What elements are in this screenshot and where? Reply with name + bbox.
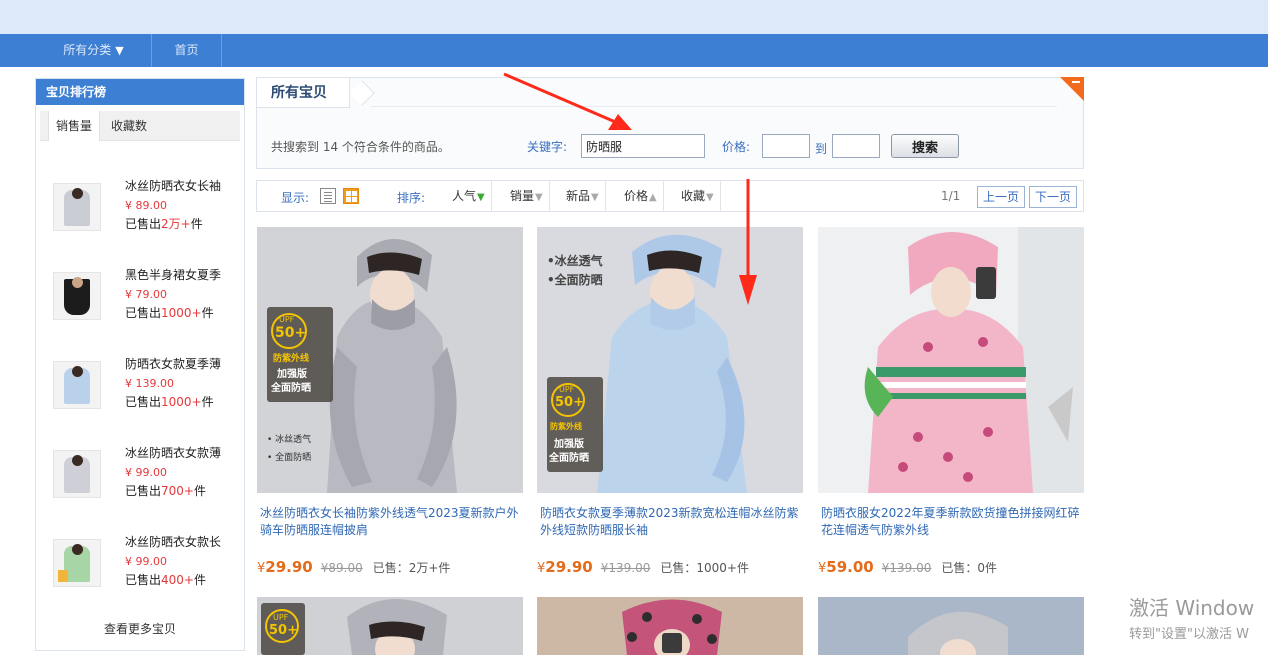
display-label: 显示:: [281, 191, 310, 205]
watermark-line-1: 激活 Window: [1129, 596, 1255, 620]
sort-price[interactable]: 价格▲: [618, 181, 664, 211]
nav-home[interactable]: 首页: [152, 34, 222, 67]
sort-popularity[interactable]: 人气▼: [446, 181, 492, 211]
view-more-link[interactable]: 查看更多宝贝: [36, 620, 244, 637]
rank-item-price: ¥ 89.00: [125, 199, 167, 212]
ranking-sidebar: 宝贝排行榜 销售量 收藏数 冰丝防晒衣女长袖 ¥ 89.00 已售出2万+件 黑…: [35, 78, 245, 651]
sort-label: 排序:: [397, 191, 426, 205]
sold-count: 已售：2万+件: [372, 561, 451, 575]
rank-item-price: ¥ 99.00: [125, 555, 167, 568]
rank-item-price: ¥ 139.00: [125, 377, 174, 390]
rank-item[interactable]: 冰丝防晒衣女款长 ¥ 99.00 已售出400+件: [53, 533, 243, 593]
rank-item-price: ¥ 79.00: [125, 288, 167, 301]
top-banner: [0, 0, 1268, 34]
product-price-row: ¥29.90 ¥89.00 已售：2万+件: [257, 558, 450, 576]
feature-bullet: • 全面防晒: [267, 453, 312, 463]
upf-badge: UPF 50+: [261, 603, 305, 655]
main-navbar: 所有分类 ▼ 首页: [0, 34, 1268, 67]
upf-badge: UPF 50+ 防紫外线 加强版 全面防晒: [267, 307, 333, 402]
prev-page-button[interactable]: 上一页: [977, 186, 1026, 208]
product-image[interactable]: [818, 597, 1084, 655]
product-image[interactable]: UPF 50+: [257, 597, 523, 655]
price-label: 价格:: [722, 140, 751, 154]
sort-favorites[interactable]: 收藏▼: [675, 181, 721, 211]
original-price: ¥139.00: [881, 561, 932, 575]
next-page-button[interactable]: 下一页: [1029, 186, 1078, 208]
sidebar-title: 宝贝排行榜: [36, 79, 244, 105]
product-image[interactable]: [818, 227, 1084, 493]
sold-count: 已售：1000+件: [660, 561, 749, 575]
arrow-down-icon: ▼: [591, 192, 599, 203]
arrow-down-icon: ▼: [706, 192, 714, 203]
rank-item-price: ¥ 99.00: [125, 466, 167, 479]
rank-item[interactable]: 冰丝防晒衣女款薄 ¥ 99.00 已售出700+件: [53, 444, 243, 504]
nav-all-categories[interactable]: 所有分类 ▼: [36, 34, 152, 67]
result-count-text: 共搜索到 14 个符合条件的商品。: [271, 140, 450, 154]
panel-title: 所有宝贝: [257, 78, 350, 108]
original-price: ¥139.00: [600, 561, 651, 575]
nav-all-categories-label: 所有分类: [63, 43, 112, 57]
annotation-arrow-icon: [503, 72, 632, 130]
product-image[interactable]: UPF 50+ 防紫外线 加强版 全面防晒 • 冰丝透气 • 全面防晒: [257, 227, 523, 493]
rank-item[interactable]: 黑色半身裙女夏季 ¥ 79.00 已售出1000+件: [53, 266, 243, 326]
product-title[interactable]: 冰丝防晒衣女长袖防紫外线透气2023夏新款户外骑车防晒服连帽披肩: [260, 505, 522, 539]
rank-item-name[interactable]: 防晒衣女款夏季薄: [125, 355, 221, 372]
product-title[interactable]: 防晒衣服女2022年夏季新款欧货撞色拼接网红碎花连帽透气防紫外线: [821, 505, 1083, 539]
watermark-line-2: 转到"设置"以激活 W: [1129, 627, 1249, 642]
rank-item-sold: 已售出1000+件: [125, 395, 214, 409]
product-card[interactable]: [818, 597, 1084, 655]
original-price: ¥89.00: [320, 561, 363, 575]
price-min-input[interactable]: [762, 134, 810, 158]
arrow-down-icon: ▼: [477, 192, 485, 203]
product-thumbnail[interactable]: [53, 450, 101, 498]
annotation-arrow-icon: [739, 179, 757, 305]
arrow-up-icon: ▲: [649, 192, 657, 203]
tab-sales[interactable]: 销售量: [48, 111, 101, 141]
tab-favorites[interactable]: 收藏数: [104, 111, 154, 141]
ranking-tabs: 销售量 收藏数: [40, 111, 240, 141]
sort-sales[interactable]: 销量▼: [504, 181, 550, 211]
current-price: 29.90: [265, 558, 313, 576]
list-view-icon[interactable]: [320, 188, 336, 204]
grid-view-icon[interactable]: [343, 188, 359, 204]
search-button[interactable]: 搜索: [891, 134, 959, 158]
activation-watermark: 激活 Window 转到"设置"以激活 W: [1129, 592, 1254, 642]
rank-item-name[interactable]: 黑色半身裙女夏季: [125, 266, 221, 283]
rank-item-name[interactable]: 冰丝防晒衣女款长: [125, 533, 221, 550]
upf-badge: UPF 50+ 防紫外线 加强版 全面防晒: [547, 377, 603, 472]
rank-item[interactable]: 冰丝防晒衣女长袖 ¥ 89.00 已售出2万+件: [53, 177, 243, 237]
sort-toolbar: 显示: 排序: 人气▼ 销量▼ 新品▼ 价格▲ 收藏▼ 1/1 上一页 下一页: [256, 180, 1084, 212]
product-price-row: ¥59.00 ¥139.00 已售：0件: [818, 558, 997, 576]
feature-tag: •冰丝透气: [547, 254, 603, 268]
page-indicator: 1/1: [941, 189, 961, 203]
product-image[interactable]: [537, 597, 803, 655]
rank-item-name[interactable]: 冰丝防晒衣女款薄: [125, 444, 221, 461]
product-thumbnail[interactable]: [53, 539, 101, 587]
product-thumbnail[interactable]: [53, 361, 101, 409]
rank-item[interactable]: 防晒衣女款夏季薄 ¥ 139.00 已售出1000+件: [53, 355, 243, 415]
rank-item-sold: 已售出700+件: [125, 484, 206, 498]
rank-item-sold: 已售出1000+件: [125, 306, 214, 320]
sort-newest[interactable]: 新品▼: [560, 181, 606, 211]
rank-item-sold: 已售出2万+件: [125, 217, 203, 231]
product-card[interactable]: [537, 597, 803, 655]
rank-item-name[interactable]: 冰丝防晒衣女长袖: [125, 177, 221, 194]
current-price: 59.00: [826, 558, 874, 576]
product-thumbnail[interactable]: [53, 183, 101, 231]
product-card[interactable]: UPF 50+: [257, 597, 523, 655]
product-thumbnail[interactable]: [53, 272, 101, 320]
caret-down-icon: ▼: [115, 44, 124, 57]
feature-tag: •全面防晒: [547, 273, 603, 287]
price-to-label: 到: [815, 142, 828, 156]
keyword-label: 关键字:: [527, 140, 568, 154]
search-panel: 所有宝贝 共搜索到 14 个符合条件的商品。 关键字: 价格: 到 搜索: [256, 77, 1084, 169]
feature-bullet: • 冰丝透气: [267, 435, 312, 445]
rank-item-sold: 已售出400+件: [125, 573, 206, 587]
sold-count: 已售：0件: [941, 561, 997, 575]
arrow-down-icon: ▼: [535, 192, 543, 203]
product-price-row: ¥29.90 ¥139.00 已售：1000+件: [537, 558, 749, 576]
price-max-input[interactable]: [832, 134, 880, 158]
current-price: 29.90: [545, 558, 593, 576]
product-title[interactable]: 防晒衣女款夏季薄款2023新款宽松连帽冰丝防紫外线短款防晒服长袖: [540, 505, 802, 539]
